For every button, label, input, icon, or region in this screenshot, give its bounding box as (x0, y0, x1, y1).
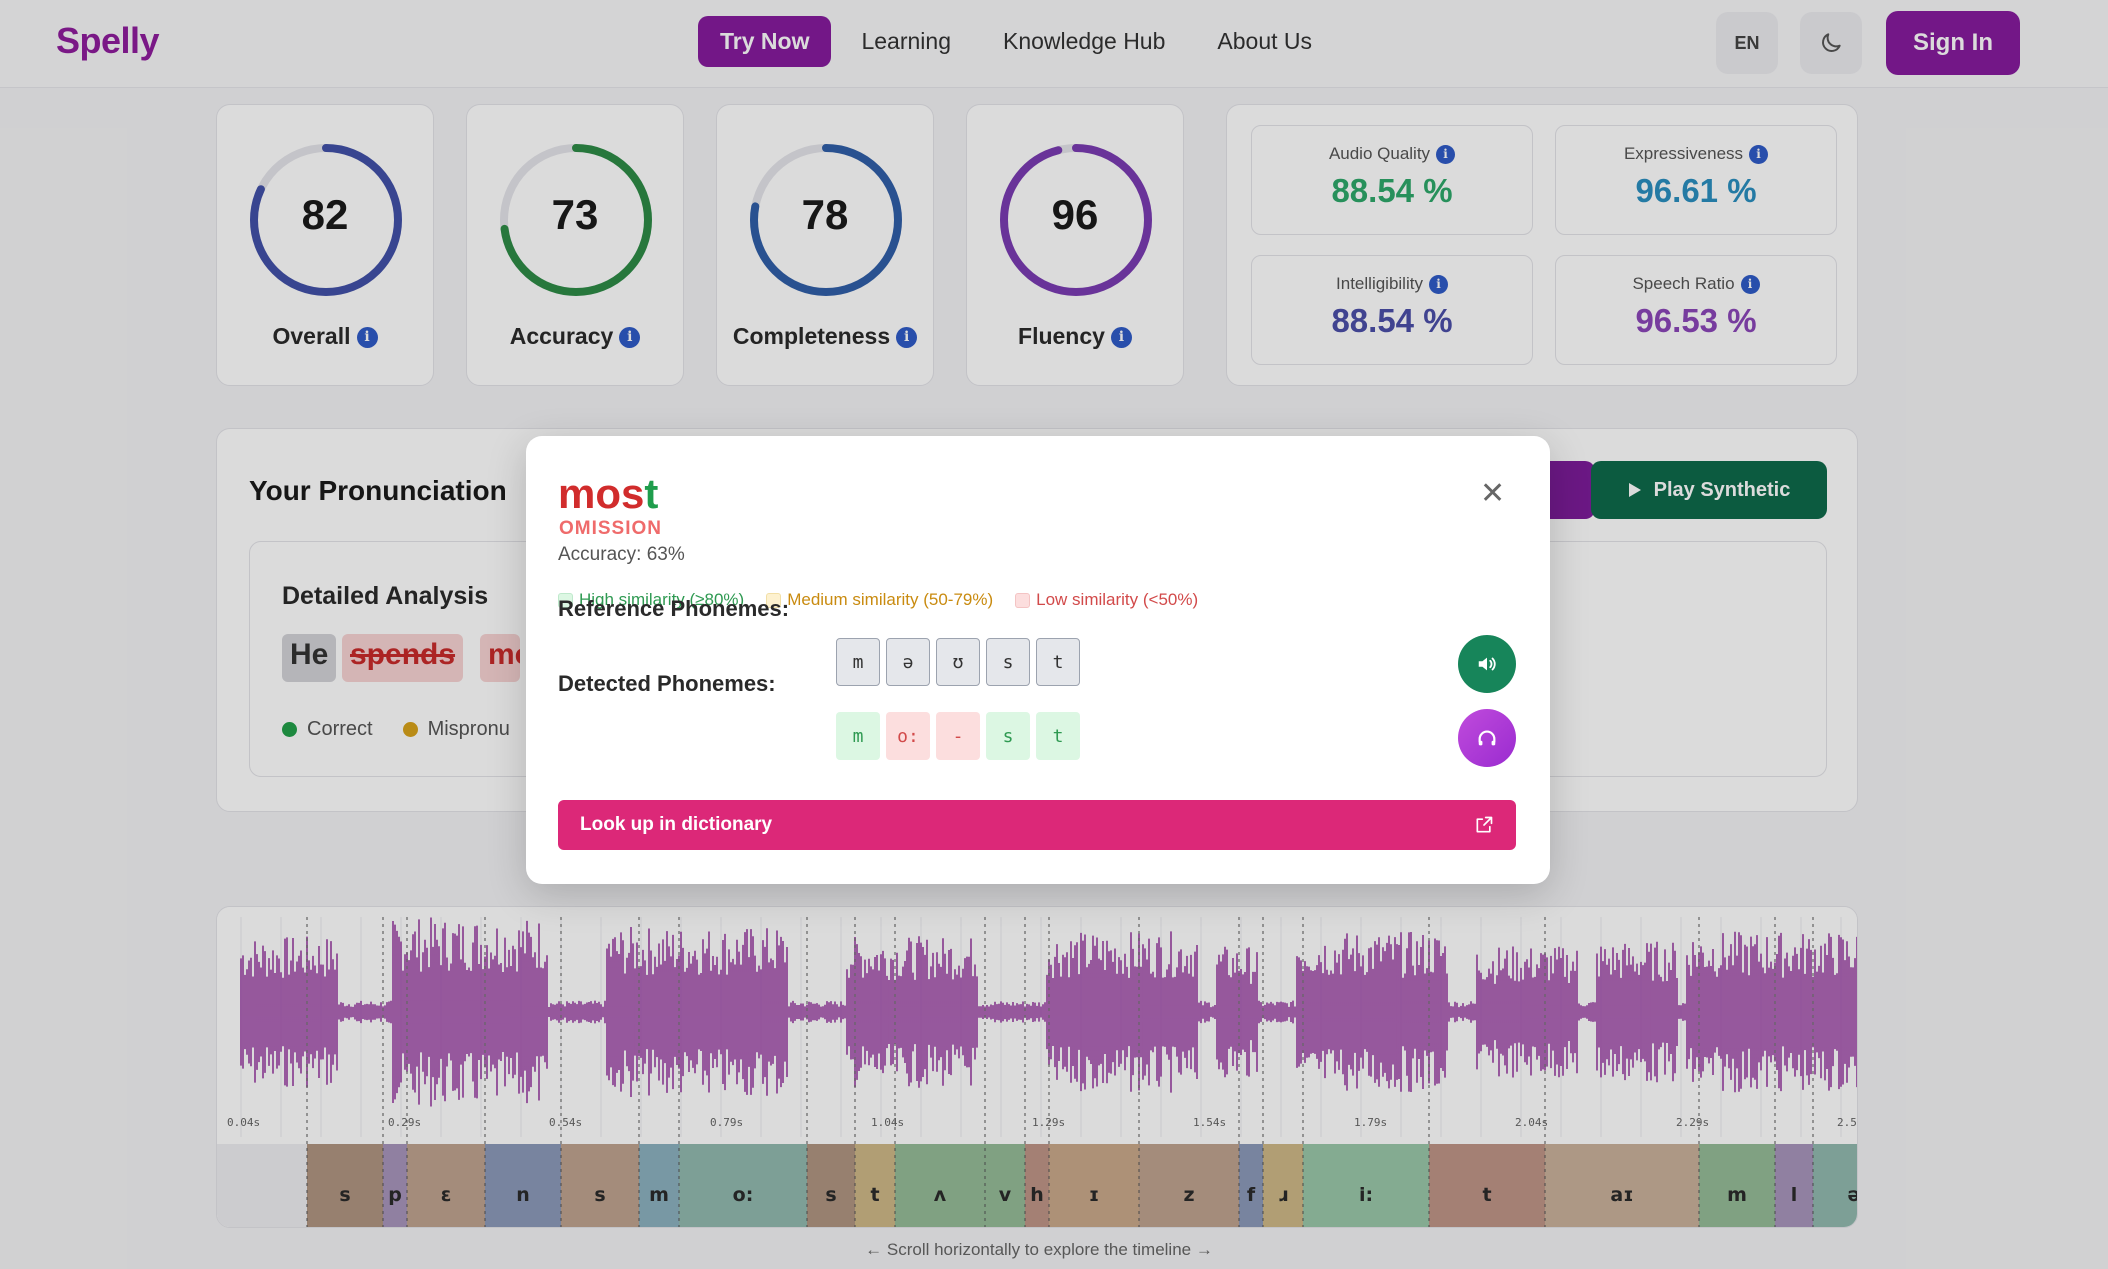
phoneme-box: ʊ (936, 638, 980, 686)
word-detail-modal: most OMISSION Accuracy: 63% ✕ High simil… (526, 436, 1550, 884)
speaker-icon (1478, 657, 1496, 671)
detected-phonemes-label: Detected Phonemes: (558, 671, 776, 696)
phoneme-box: m (836, 638, 880, 686)
reference-phonemes-label: Reference Phonemes: (558, 596, 790, 621)
phoneme-box: - (936, 712, 980, 760)
reference-phonemes: m ə ʊ s t (836, 638, 1080, 686)
detected-phonemes: m o: - s t (836, 712, 1080, 760)
phoneme-box: s (986, 712, 1030, 760)
close-button[interactable]: ✕ (1480, 476, 1505, 511)
phoneme-box: t (1036, 712, 1080, 760)
legend-swatch (1015, 592, 1031, 608)
external-link-icon (1476, 816, 1493, 833)
word-accuracy: Accuracy: 63% (558, 544, 685, 565)
phoneme-box: o: (886, 712, 930, 760)
close-icon: ✕ (1480, 477, 1506, 510)
phoneme-box: m (836, 712, 880, 760)
play-reference-button[interactable] (1458, 635, 1516, 693)
play-detected-button[interactable] (1458, 709, 1516, 767)
modal-word: most (558, 470, 659, 517)
phoneme-box: s (986, 638, 1030, 686)
phoneme-box: t (1036, 638, 1080, 686)
headphones-icon (1478, 730, 1496, 746)
phoneme-box: ə (886, 638, 930, 686)
error-type: OMISSION (559, 518, 663, 539)
dictionary-button[interactable]: Look up in dictionary (558, 800, 1516, 850)
